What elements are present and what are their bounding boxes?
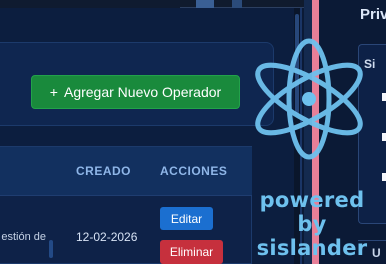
add-operator-button[interactable]: + Agregar Nuevo Operador	[31, 75, 240, 109]
column-header-created[interactable]: CREADO	[76, 164, 131, 178]
side-panel-title: Priv	[360, 6, 386, 23]
powered-by-watermark: powered by sislander	[247, 188, 377, 260]
atom-icon	[255, 38, 363, 160]
column-header-actions: ACCIONES	[160, 164, 228, 178]
side-panel-checkbox[interactable]	[382, 133, 386, 141]
table-header: CREADO ACCIONES	[0, 147, 252, 195]
add-operator-label: Agregar Nuevo Operador	[63, 84, 222, 100]
table-row-description: estión de	[1, 231, 46, 243]
powered-by-line: powered by	[259, 188, 365, 236]
top-bar-segment	[0, 0, 180, 8]
top-bar-indicator	[196, 0, 214, 8]
table-row-created: 12-02-2026	[76, 230, 138, 244]
table-divider	[0, 195, 252, 196]
row-marker	[49, 240, 53, 258]
side-panel-checkbox[interactable]	[382, 93, 386, 101]
delete-button[interactable]: Eliminar	[160, 240, 223, 264]
top-bar-indicator	[232, 0, 242, 8]
plus-icon: +	[49, 84, 58, 100]
side-panel-checkbox[interactable]	[382, 173, 386, 181]
edit-button[interactable]: Editar	[160, 207, 213, 230]
brand-name-line: sislander	[256, 236, 368, 260]
